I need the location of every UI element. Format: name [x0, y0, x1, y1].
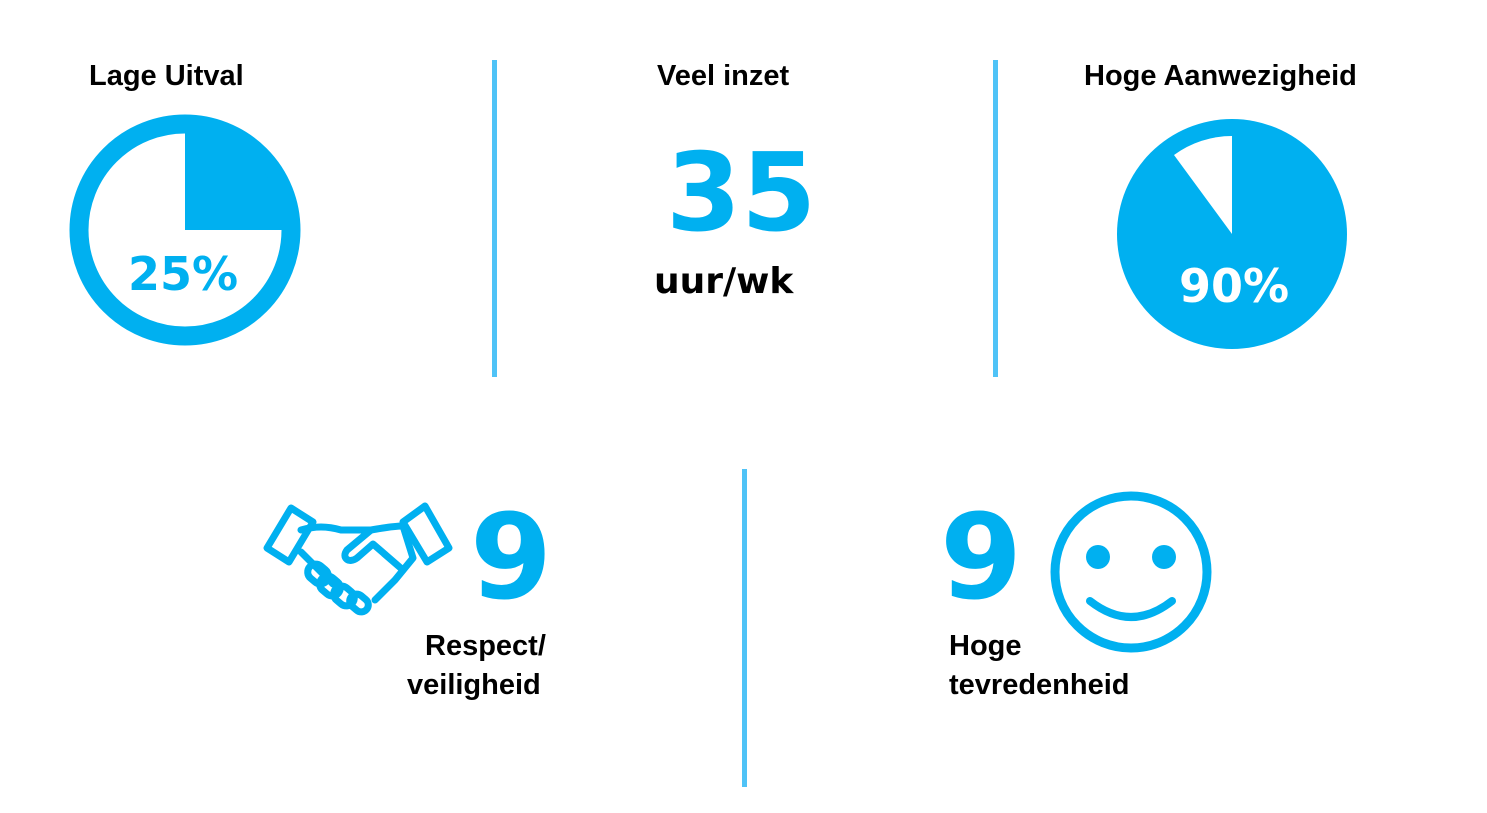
low-dropout-title: Lage Uitval: [89, 60, 244, 92]
smiley-icon: [1050, 491, 1212, 653]
divider-top-right: [993, 60, 998, 377]
effort-title: Veel inzet: [657, 60, 790, 92]
pie-filled-icon: 90%: [1117, 119, 1347, 349]
smiley-right-eye: [1152, 545, 1176, 569]
respect-label-line1: Respect/: [425, 630, 546, 662]
attendance-title: Hoge Aanwezigheid: [1084, 60, 1357, 92]
smiley-left-eye: [1086, 545, 1110, 569]
smiley-mouth: [1086, 597, 1176, 621]
effort-unit: uur/wk: [654, 261, 794, 302]
effort-value: 35: [666, 131, 817, 256]
low-dropout-percentage: 25%: [128, 247, 238, 301]
handshake-icon: [263, 502, 453, 616]
divider-bottom: [742, 469, 747, 787]
pie-outline-icon: 25%: [69, 114, 301, 346]
divider-top-left: [492, 60, 497, 377]
respect-label-line2: veiligheid: [407, 669, 541, 701]
satisfaction-label-line2: tevredenheid: [949, 669, 1130, 701]
attendance-percentage: 90%: [1179, 259, 1289, 313]
satisfaction-label-line1: Hoge: [949, 630, 1022, 662]
respect-value: 9: [470, 488, 553, 626]
satisfaction-value: 9: [940, 488, 1023, 626]
low-dropout-slice: [185, 132, 283, 230]
